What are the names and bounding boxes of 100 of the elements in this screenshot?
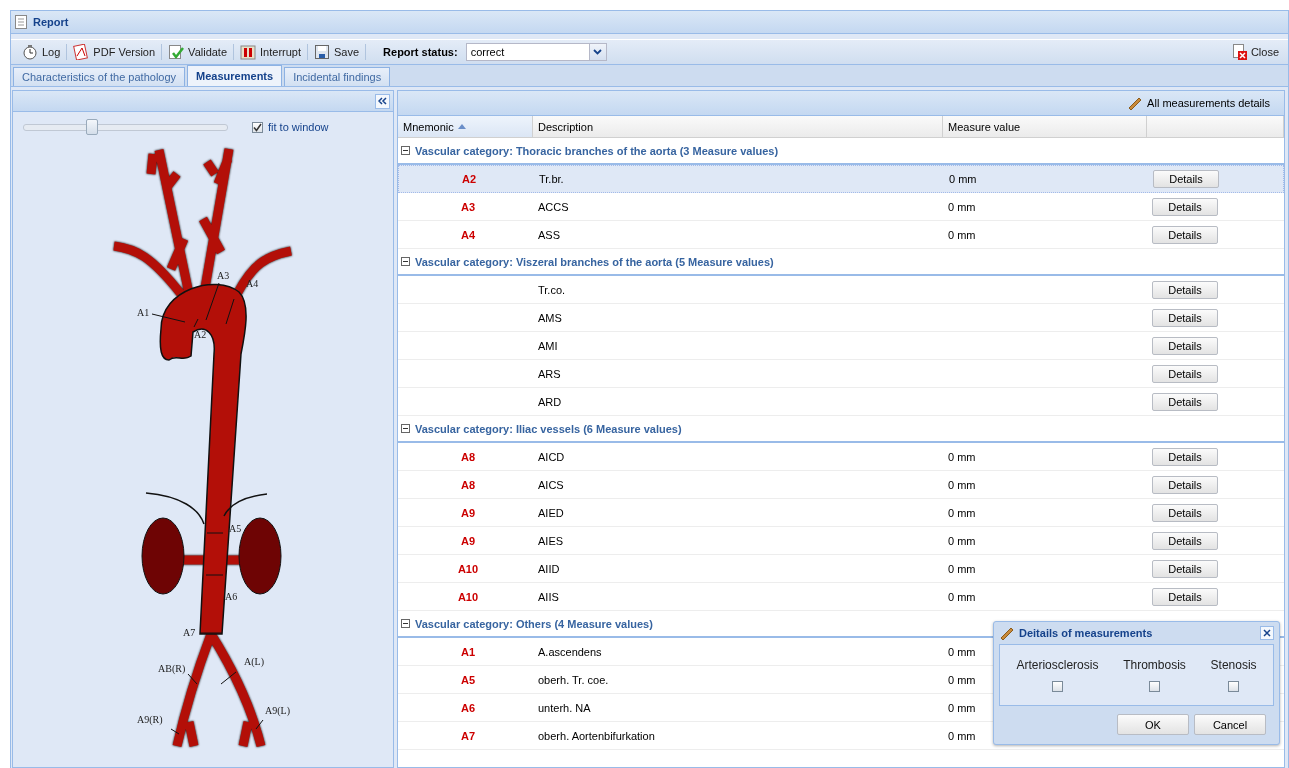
mnemonic-cell: A6 [460, 701, 476, 714]
close-button[interactable]: Close [1229, 44, 1282, 60]
checkbox-label: fit to window [268, 121, 329, 133]
dialog-button[interactable]: OK [1117, 714, 1189, 735]
column-header[interactable]: Measure value [943, 116, 1147, 137]
ruler-icon [1127, 95, 1144, 111]
tab[interactable]: Measurements [187, 65, 283, 86]
measure-value-cell: 0 mm [948, 228, 976, 241]
description-cell: ASS [538, 228, 560, 241]
sort-up-icon [457, 124, 466, 129]
details-button[interactable]: Details [1152, 531, 1218, 550]
details-button[interactable]: Details [1153, 170, 1219, 188]
column-header[interactable]: Description [533, 116, 943, 137]
checkbox[interactable] [252, 121, 263, 133]
stop-icon [240, 44, 257, 60]
mnemonic-cell: A2 [461, 173, 477, 185]
all-details-button[interactable]: All measurements details [1127, 95, 1270, 111]
description-cell: unterh. NA [538, 701, 591, 714]
status-label: Report status: [383, 46, 458, 58]
details-button[interactable]: Details [1152, 280, 1218, 299]
toolbar-button[interactable]: PDF Version [70, 44, 159, 60]
details-button[interactable]: Details [1152, 197, 1218, 216]
collapse-icon [401, 146, 410, 155]
diagram-label: AB(R) [158, 663, 186, 674]
description-cell: ARS [538, 367, 561, 380]
table-row[interactable]: A2 Tr.br. 0 mm Details [398, 165, 1284, 193]
details-button[interactable]: Details [1152, 475, 1218, 494]
details-button[interactable]: Details [1152, 225, 1218, 244]
details-button[interactable]: Details [1152, 559, 1218, 578]
toolbar-button[interactable]: Interrupt [237, 44, 304, 60]
group-header[interactable]: Vascular category: Iliac vessels (6 Measure values) [398, 416, 1284, 443]
measure-value-cell: 0 mm [948, 562, 976, 575]
close-button[interactable] [1260, 626, 1274, 640]
measure-value-cell: 0 mm [948, 534, 976, 547]
toolbar-button[interactable]: Validate [165, 44, 231, 60]
diagram-label: A(L) [244, 656, 264, 667]
checkbox[interactable] [1051, 681, 1063, 692]
mnemonic-cell: A10 [457, 562, 479, 575]
measure-value-cell: 0 mm [948, 701, 976, 714]
status-dropdown[interactable]: correct [465, 43, 607, 61]
description-cell: AIED [538, 506, 564, 519]
dialog-button[interactable]: Cancel [1194, 714, 1266, 735]
mnemonic-cell: A7 [460, 729, 476, 742]
collapse-button[interactable] [375, 93, 390, 109]
zoom-slider[interactable] [23, 119, 228, 135]
mnemonic-cell: A5 [460, 673, 476, 686]
table-row[interactable]: ARD Details [398, 388, 1284, 416]
group-header[interactable]: Vascular category: Viszeral branches of the aorta (5 Measure values) [398, 249, 1284, 276]
table-row[interactable]: AMI Details [398, 332, 1284, 360]
table-row[interactable]: A8 AICS 0 mm Details [398, 471, 1284, 499]
table-row[interactable]: A8 AICD 0 mm Details [398, 443, 1284, 471]
table-row[interactable]: A10 AIID 0 mm Details [398, 555, 1284, 583]
ruler-icon [999, 625, 1015, 641]
toolbar-button[interactable]: Save [311, 44, 363, 60]
description-cell: AMI [538, 339, 558, 352]
pdf-icon [73, 44, 90, 60]
mnemonic-cell: A1 [460, 645, 476, 658]
table-row[interactable]: A10 AIIS 0 mm Details [398, 583, 1284, 611]
description-cell: AICS [538, 478, 564, 491]
collapse-icon [401, 257, 410, 266]
mnemonic-cell: A9 [460, 534, 476, 547]
details-button[interactable]: Details [1152, 447, 1218, 466]
description-cell: ACCS [538, 200, 569, 213]
details-button[interactable]: Details [1152, 503, 1218, 522]
checkbox[interactable] [1149, 681, 1160, 692]
document-icon [15, 15, 27, 29]
mnemonic-cell: A10 [457, 590, 479, 603]
details-button[interactable]: Details [1152, 308, 1218, 327]
measure-value-cell: 0 mm [948, 478, 976, 491]
details-button[interactable]: Details [1152, 587, 1218, 606]
slider-thumb[interactable] [85, 119, 98, 135]
check-document-icon [168, 44, 185, 60]
description-cell: Tr.br. [539, 173, 564, 185]
clock-icon [22, 44, 38, 60]
table-row[interactable]: AMS Details [398, 304, 1284, 332]
measure-value-cell: 0 mm [949, 173, 977, 185]
tab[interactable]: Incidental findings [284, 67, 391, 86]
description-cell: AIIS [538, 590, 559, 603]
table-row[interactable]: Tr.co. Details [398, 276, 1284, 304]
column-header[interactable]: Mnemonic [398, 116, 533, 137]
details-button[interactable]: Details [1152, 392, 1218, 411]
description-cell: AIES [538, 534, 564, 547]
description-cell: AMS [538, 311, 562, 324]
measure-value-cell: 0 mm [948, 200, 976, 213]
measure-value-cell: 0 mm [948, 590, 976, 603]
toolbar-button[interactable]: Log [19, 44, 64, 60]
details-button[interactable]: Details [1152, 336, 1218, 355]
diagram-label: A9(R) [137, 714, 163, 725]
table-row[interactable]: A4 ASS 0 mm Details [398, 221, 1284, 249]
mnemonic-cell: A8 [460, 450, 476, 463]
table-row[interactable]: ARS Details [398, 360, 1284, 388]
diagram-label: A7 [183, 627, 196, 638]
checkbox[interactable] [1228, 681, 1240, 692]
diagram-label: A3 [217, 270, 230, 281]
table-row[interactable]: A3 ACCS 0 mm Details [398, 193, 1284, 221]
table-row[interactable]: A9 AIED 0 mm Details [398, 499, 1284, 527]
table-row[interactable]: A9 AIES 0 mm Details [398, 527, 1284, 555]
details-button[interactable]: Details [1152, 364, 1218, 383]
tab[interactable]: Characteristics of the pathology [13, 67, 186, 86]
description-cell: AICD [538, 450, 565, 463]
